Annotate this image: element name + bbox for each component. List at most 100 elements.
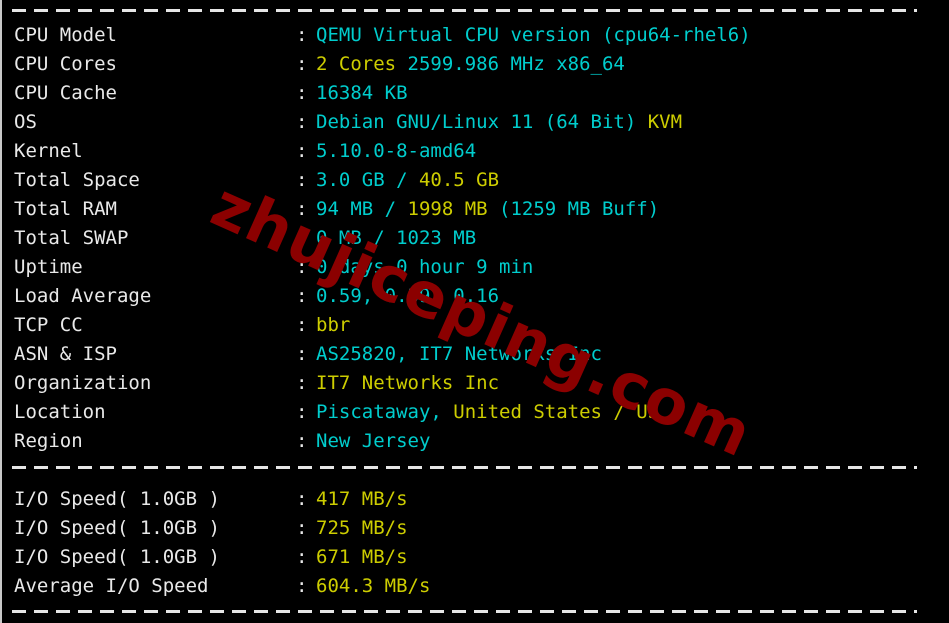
system-info-label: Uptime <box>14 256 83 278</box>
io-speed-value: 604.3 MB/s <box>316 572 430 601</box>
row-colon: : <box>296 488 308 510</box>
terminal-screen: CPU Model: QEMU Virtual CPU version (cpu6… <box>0 0 949 623</box>
value-segment: New Jersey <box>316 430 431 452</box>
row-colon: : <box>296 53 308 75</box>
row-colon: : <box>296 198 308 220</box>
system-info-row: Kernel:5.10.0-8-amd64 <box>0 137 949 166</box>
row-colon: : <box>296 575 308 597</box>
system-info-row: CPU Cores:2 Cores 2599.986 MHz x86_64 <box>0 50 949 79</box>
io-speed-label: Average I/O Speed <box>14 575 209 597</box>
value-segment: AS25820, IT7 Networks Inc <box>316 343 602 365</box>
value-segment: United States / US <box>453 401 660 423</box>
value-segment: 3.0 GB / <box>316 169 419 191</box>
system-info-value: Piscataway, United States / US <box>316 398 659 427</box>
system-info-row: Uptime:0 days 0 hour 9 min <box>0 253 949 282</box>
value-segment: 2 Cores <box>316 53 408 75</box>
io-speed-row: I/O Speed( 1.0GB ):671 MB/s <box>0 543 949 572</box>
row-colon: : <box>296 546 308 568</box>
system-info-label: CPU Cache <box>14 82 117 104</box>
value-segment: 417 MB/s <box>316 488 408 510</box>
io-speed-row: I/O Speed( 1.0GB ):725 MB/s <box>0 514 949 543</box>
value-segment: IT7 Networks Inc <box>316 372 500 394</box>
system-info-label: Total RAM <box>14 198 117 220</box>
value-segment: Debian GNU/Linux 11 (64 Bit) <box>316 111 648 133</box>
value-segment: (1259 MB Buff) <box>487 198 660 220</box>
system-info-value: IT7 Networks Inc <box>316 369 499 398</box>
system-info-label: Total SWAP <box>14 227 129 249</box>
system-info-label: Location <box>14 401 106 423</box>
system-info-label: Total Space <box>14 169 140 191</box>
system-info-label: Load Average <box>14 285 152 307</box>
value-segment: 5.10.0-8-amd64 <box>316 140 477 162</box>
system-info-row: OS: Debian GNU/Linux 11 (64 Bit) KVM <box>0 108 949 137</box>
system-info-label: Region <box>14 430 83 452</box>
separator-bottom <box>12 610 917 613</box>
row-colon: : <box>296 111 308 133</box>
value-segment: KVM <box>647 111 683 133</box>
io-speed-row: Average I/O Speed:604.3 MB/s <box>0 572 949 601</box>
value-segment: 671 MB/s <box>316 546 408 568</box>
io-speed-value: 417 MB/s <box>316 485 408 514</box>
value-segment: 725 MB/s <box>316 517 408 539</box>
row-colon: : <box>296 430 308 452</box>
row-colon: : <box>296 227 308 249</box>
system-info-value: AS25820, IT7 Networks Inc <box>316 340 602 369</box>
io-speed-label: I/O Speed( 1.0GB ) <box>14 488 220 510</box>
system-info-row: CPU Model: QEMU Virtual CPU version (cpu6… <box>0 21 949 50</box>
system-info-value: QEMU Virtual CPU version (cpu64-rhel6) <box>316 21 751 50</box>
row-colon: : <box>296 372 308 394</box>
value-segment: 40.5 GB <box>418 169 500 191</box>
system-info-value: 16384 KB <box>316 79 408 108</box>
separator-top <box>12 9 917 12</box>
system-info-row: Total Space:3.0 GB / 40.5 GB <box>0 166 949 195</box>
system-info-value: New Jersey <box>316 427 430 456</box>
io-speed-label: I/O Speed( 1.0GB ) <box>14 546 220 568</box>
io-speed-label: I/O Speed( 1.0GB ) <box>14 517 220 539</box>
value-segment: 2599.986 MHz x86_64 <box>407 53 625 75</box>
row-colon: : <box>296 140 308 162</box>
value-segment: 604.3 MB/s <box>316 575 431 597</box>
value-segment: 94 MB / <box>316 198 408 220</box>
system-info-value: 2 Cores 2599.986 MHz x86_64 <box>316 50 625 79</box>
system-info-label: CPU Model <box>14 24 117 46</box>
value-segment: Piscataway, <box>316 401 454 423</box>
io-speed-value: 671 MB/s <box>316 543 408 572</box>
system-info-value: bbr <box>316 311 350 340</box>
system-info-row: TCP CC: bbr <box>0 311 949 340</box>
system-info-row: CPU Cache:16384 KB <box>0 79 949 108</box>
system-info-row: Region: New Jersey <box>0 427 949 456</box>
system-info-row: Total SWAP:0 MB / 1023 MB <box>0 224 949 253</box>
system-info-row: Location: Piscataway, United States / US <box>0 398 949 427</box>
system-info-value: 94 MB / 1998 MB (1259 MB Buff) <box>316 195 659 224</box>
row-colon: : <box>296 24 308 46</box>
system-info-label: CPU Cores <box>14 53 117 75</box>
system-info-row: Total RAM:94 MB / 1998 MB (1259 MB Buff) <box>0 195 949 224</box>
value-segment: 16384 KB <box>316 82 408 104</box>
row-colon: : <box>296 343 308 365</box>
system-info-row: ASN & ISP: AS25820, IT7 Networks Inc <box>0 340 949 369</box>
row-colon: : <box>296 401 308 423</box>
row-colon: : <box>296 169 308 191</box>
value-segment: 0 MB / 1023 MB <box>316 227 477 249</box>
value-segment: QEMU Virtual CPU version (cpu64-rhel6) <box>316 24 751 46</box>
row-colon: : <box>296 82 308 104</box>
io-speed-row: I/O Speed( 1.0GB ):417 MB/s <box>0 485 949 514</box>
separator-middle <box>12 466 917 469</box>
row-colon: : <box>296 256 308 278</box>
system-info-label: Organization <box>14 372 152 394</box>
system-info-value: Debian GNU/Linux 11 (64 Bit) KVM <box>316 108 682 137</box>
system-info-label: Kernel <box>14 140 83 162</box>
value-segment: 0.59, 0.39, 0.16 <box>316 285 500 307</box>
system-info-value: 5.10.0-8-amd64 <box>316 137 476 166</box>
row-colon: : <box>296 285 308 307</box>
system-info-label: TCP CC <box>14 314 83 336</box>
system-info-value: 0.59, 0.39, 0.16 <box>316 282 499 311</box>
value-segment: bbr <box>316 314 351 336</box>
system-info-label: OS <box>14 111 37 133</box>
value-segment: 0 days 0 hour 9 min <box>316 256 534 278</box>
value-segment: 1998 MB <box>407 198 488 220</box>
system-info-row: Organization: IT7 Networks Inc <box>0 369 949 398</box>
io-speed-value: 725 MB/s <box>316 514 408 543</box>
row-colon: : <box>296 314 308 336</box>
row-colon: : <box>296 517 308 539</box>
